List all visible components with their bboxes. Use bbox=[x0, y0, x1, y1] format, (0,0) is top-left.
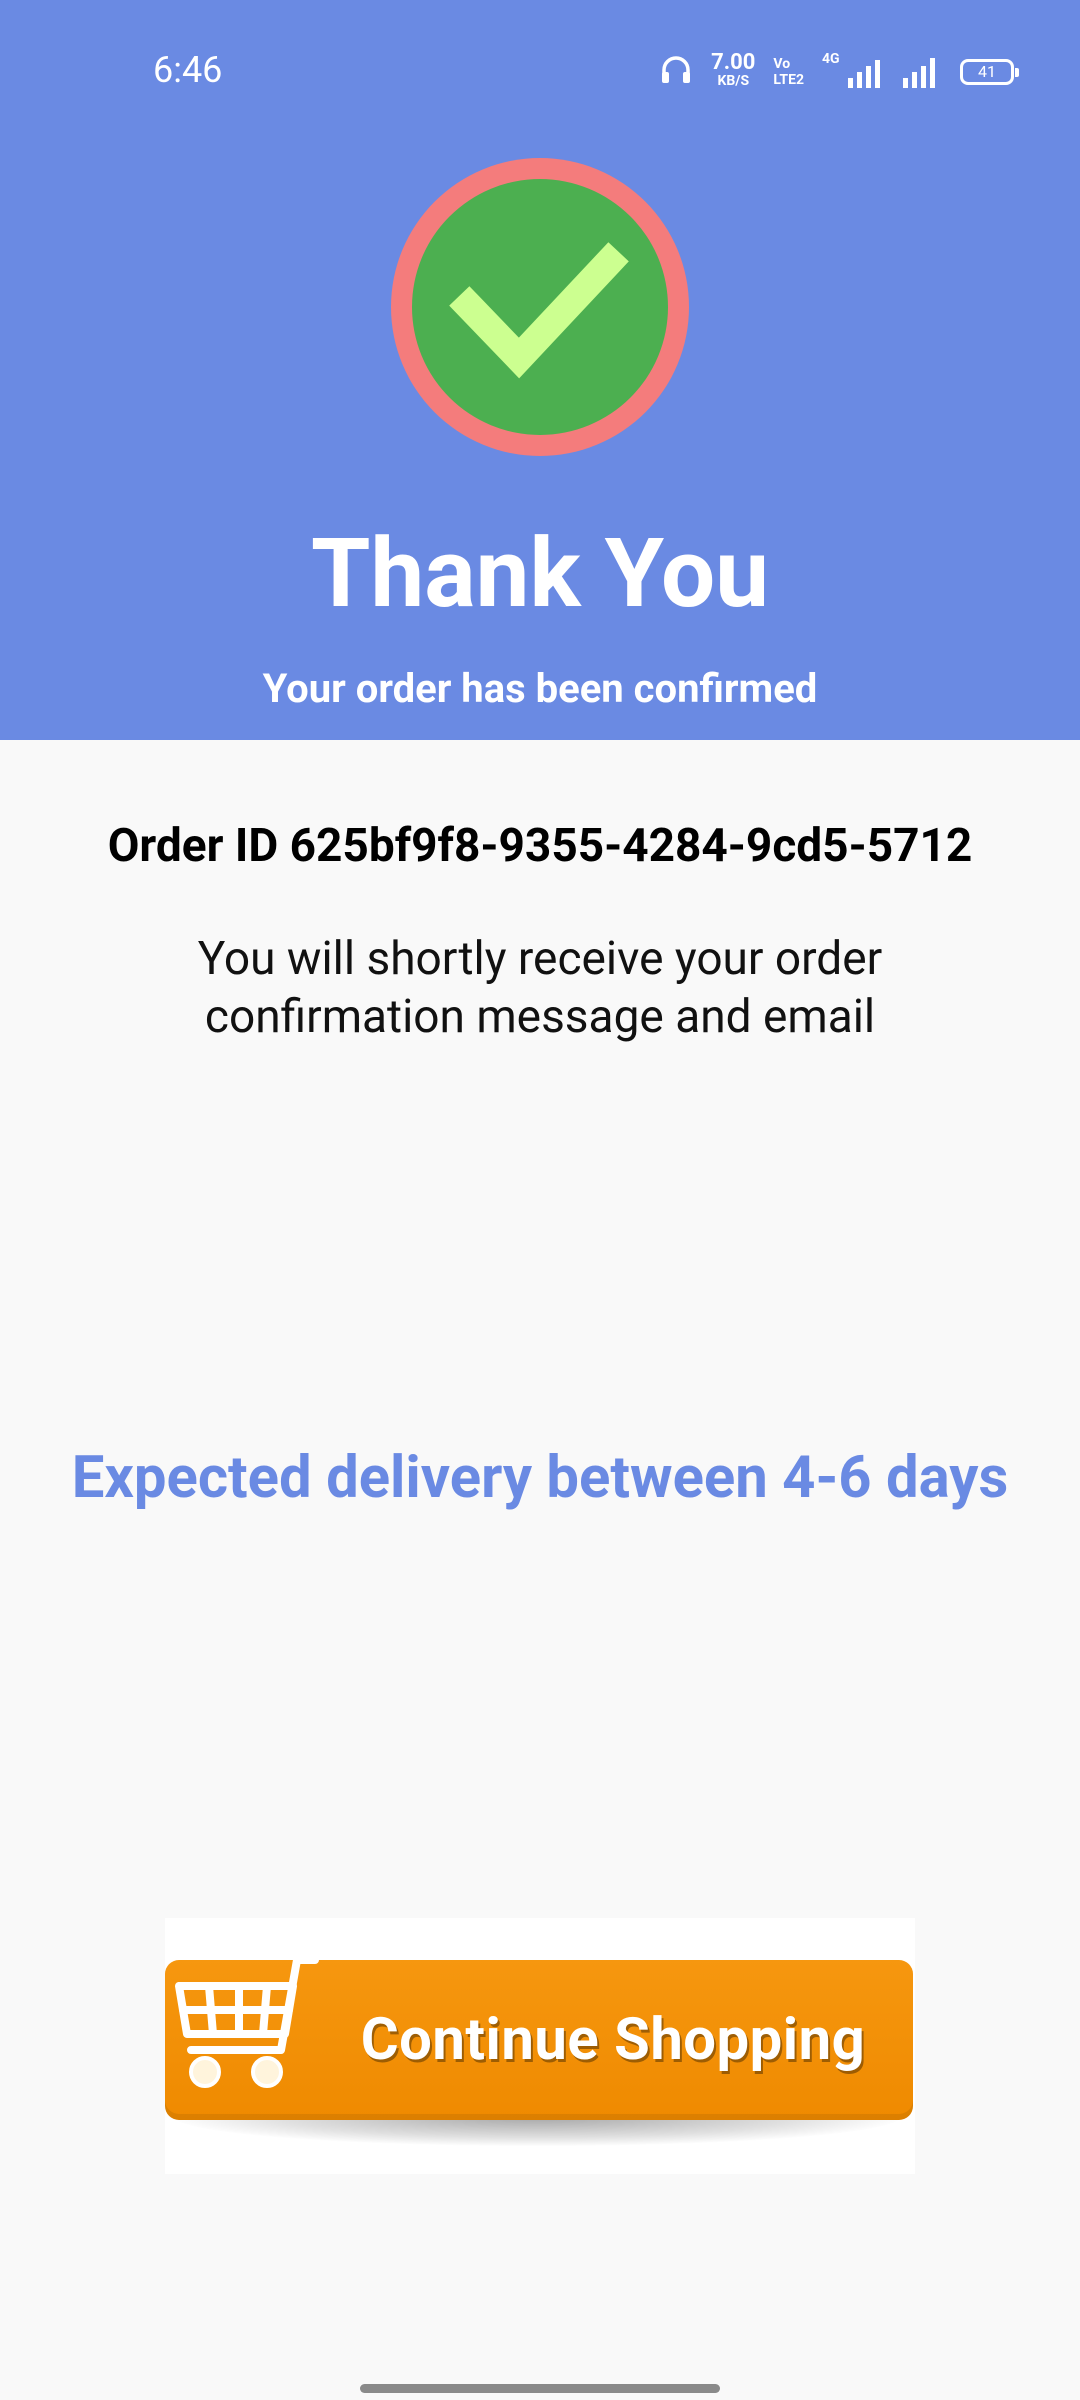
signal-4g-icon: 4G bbox=[822, 52, 884, 92]
check-circle-icon bbox=[391, 158, 689, 456]
volte-indicator: Vo LTE2 bbox=[773, 56, 804, 88]
net-speed-value: 7.00 bbox=[711, 50, 756, 75]
battery-icon: 41 bbox=[960, 59, 1019, 85]
status-bar: 6:46 7.00 KB/S Vo LTE2 4G 41 bbox=[0, 0, 1080, 140]
delivery-estimate: Expected delivery between 4-6 days bbox=[71, 1444, 1009, 1512]
continue-shopping-label: Continue Shopping bbox=[360, 2006, 866, 2074]
status-time: 6:46 bbox=[153, 49, 223, 91]
net-speed-indicator: 7.00 KB/S bbox=[711, 50, 756, 90]
net-speed-unit: KB/S bbox=[717, 73, 750, 89]
status-icons: 7.00 KB/S Vo LTE2 4G 41 bbox=[659, 48, 1019, 96]
headphones-icon bbox=[659, 54, 693, 90]
confirmation-message: You will shortly receive your order conf… bbox=[197, 932, 883, 1044]
confirmation-header: 6:46 7.00 KB/S Vo LTE2 4G 41 Thank You Y… bbox=[0, 0, 1080, 740]
continue-shopping-button[interactable]: Continue Shopping bbox=[165, 1918, 915, 2174]
volte-line2: LTE2 bbox=[773, 72, 804, 88]
order-id: Order ID 625bf9f8-9355-4284-9cd5-5712 bbox=[107, 819, 973, 873]
page-title: Thank You bbox=[311, 518, 769, 630]
signal-strength-icon bbox=[902, 52, 942, 92]
confirmation-subtitle: Your order has been confirmed bbox=[262, 665, 818, 712]
home-indicator[interactable] bbox=[360, 2384, 720, 2393]
volte-line1: Vo bbox=[773, 56, 791, 72]
battery-level: 41 bbox=[978, 62, 996, 81]
shopping-cart-icon bbox=[165, 1946, 325, 2096]
